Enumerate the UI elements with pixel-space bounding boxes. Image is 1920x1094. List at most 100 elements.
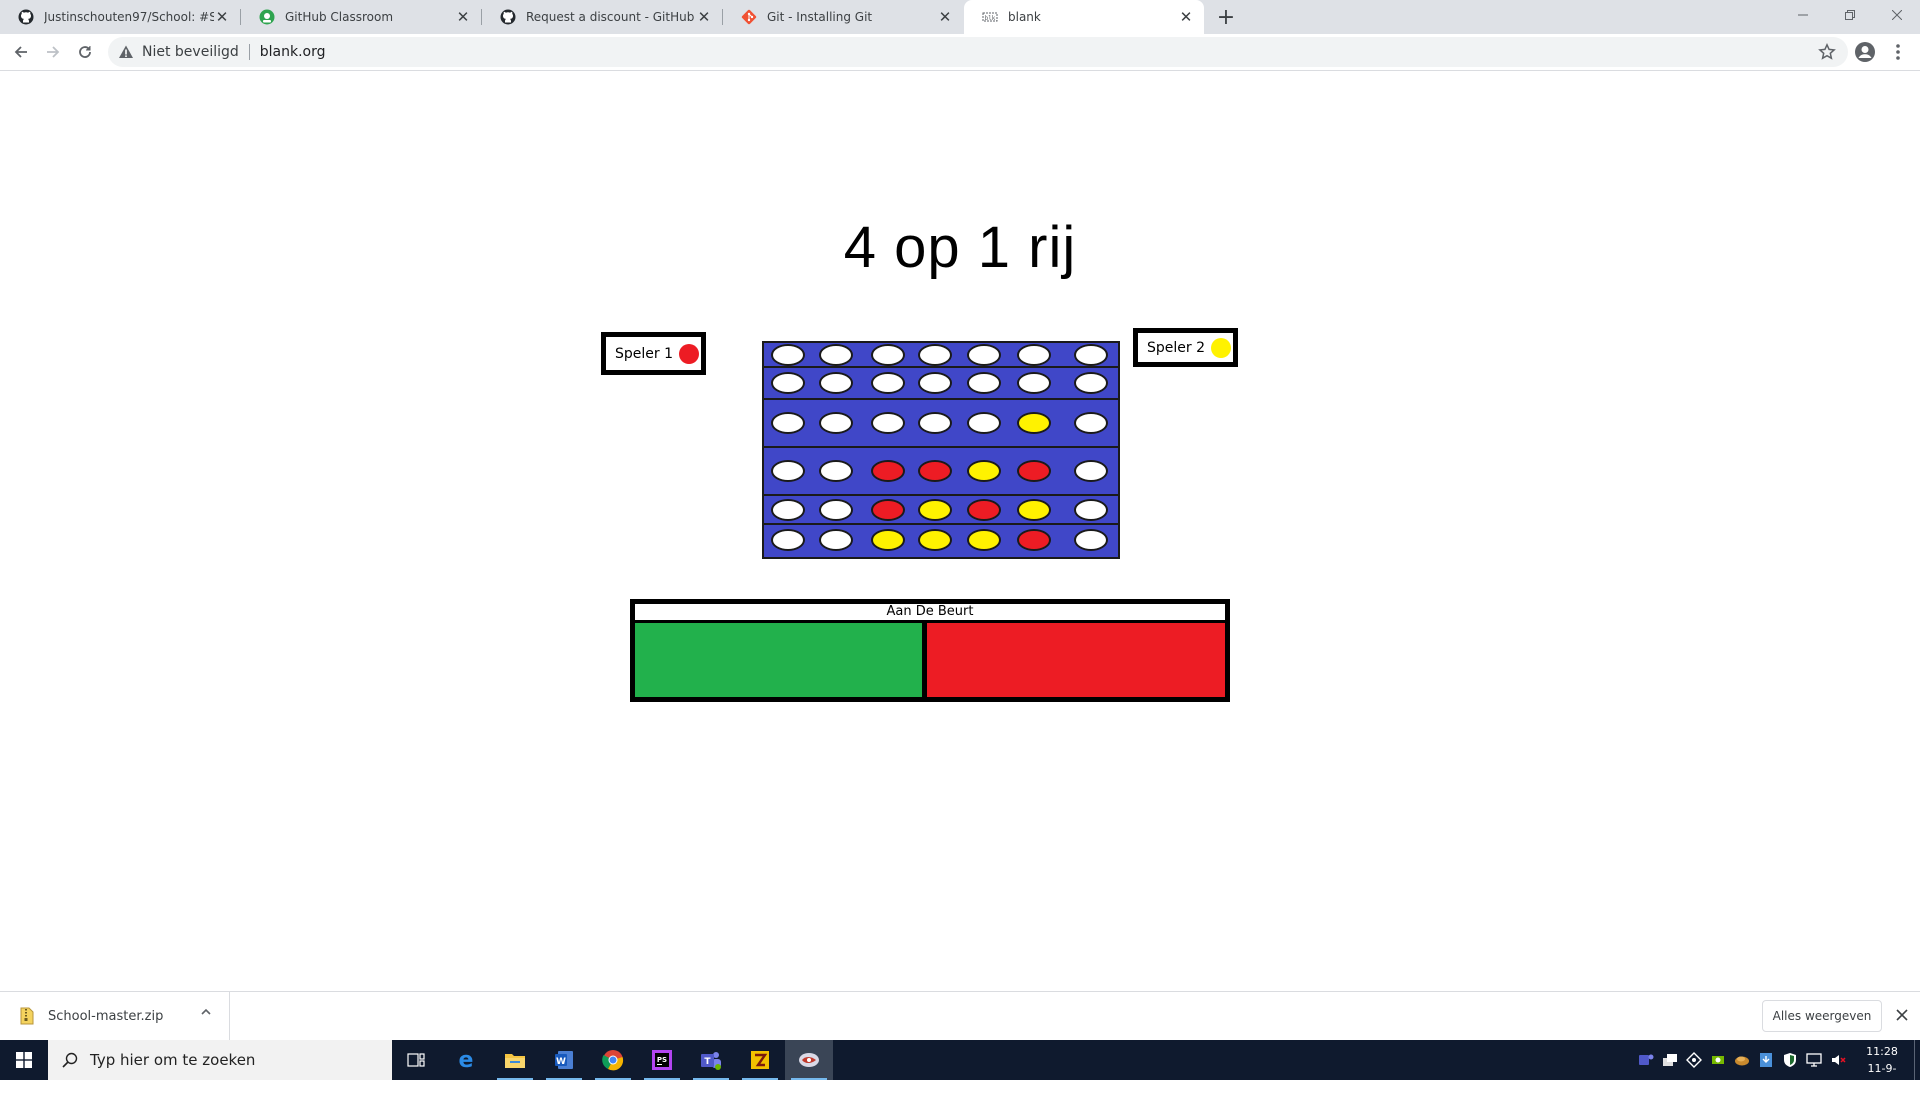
board-cell[interactable] <box>967 344 1001 366</box>
teams-app[interactable]: T <box>687 1040 735 1080</box>
board-cell[interactable] <box>819 499 853 521</box>
arrow-right-icon <box>47 46 60 58</box>
close-icon[interactable]: ✕ <box>455 8 471 26</box>
board-cell[interactable] <box>1074 499 1108 521</box>
word-app[interactable]: W <box>540 1040 588 1080</box>
board-cell[interactable] <box>1074 529 1108 551</box>
tab-github-school[interactable]: Justinschouten97/School: #Schoo ✕ <box>0 0 240 34</box>
filezilla-app[interactable] <box>736 1040 784 1080</box>
board-cell[interactable] <box>819 372 853 394</box>
system-clock[interactable]: 11:28 11-9-2020 <box>1858 1043 1906 1094</box>
board-cell[interactable] <box>1017 344 1051 366</box>
board-cell[interactable] <box>967 499 1001 521</box>
cloud-sync-icon[interactable] <box>1662 1052 1678 1068</box>
board-cell[interactable] <box>1017 412 1051 434</box>
network-share-icon[interactable] <box>1686 1052 1702 1068</box>
close-icon[interactable]: ✕ <box>214 8 230 26</box>
board-cell[interactable] <box>819 529 853 551</box>
show-all-downloads-button[interactable]: Alles weergeven <box>1762 1000 1882 1032</box>
chrome-app[interactable] <box>589 1040 637 1080</box>
board-row <box>764 525 1118 557</box>
task-view-button[interactable] <box>392 1040 440 1080</box>
minimize-button[interactable] <box>1780 0 1826 30</box>
taskbar-search[interactable]: Typ hier om te zoeken <box>48 1040 392 1080</box>
board-cell[interactable] <box>871 412 905 434</box>
reload-button[interactable] <box>72 39 98 65</box>
edge-app[interactable]: e <box>442 1040 490 1080</box>
svg-text:PS: PS <box>657 1056 667 1064</box>
board-cell[interactable] <box>1017 372 1051 394</box>
url-text[interactable]: blank.org <box>260 44 326 60</box>
board-cell[interactable] <box>918 529 952 551</box>
board-cell[interactable] <box>771 344 805 366</box>
bookmark-star-icon[interactable] <box>1818 43 1836 61</box>
board-cell[interactable] <box>1074 460 1108 482</box>
board-cell[interactable] <box>871 529 905 551</box>
close-icon[interactable]: ✕ <box>937 8 953 26</box>
phpstorm-app[interactable]: PS <box>638 1040 686 1080</box>
address-bar[interactable]: Niet beveiligd blank.org <box>108 37 1848 67</box>
new-tab-button[interactable]: + <box>1214 5 1238 30</box>
board-cell[interactable] <box>771 412 805 434</box>
weather-icon[interactable] <box>1734 1052 1750 1068</box>
board-cell[interactable] <box>771 460 805 482</box>
board-cell[interactable] <box>771 529 805 551</box>
close-icon[interactable]: ✕ <box>1178 8 1194 26</box>
nvidia-app[interactable] <box>785 1040 833 1080</box>
board-cell[interactable] <box>1017 529 1051 551</box>
board-cell[interactable] <box>1074 412 1108 434</box>
board-cell[interactable] <box>967 460 1001 482</box>
board-cell[interactable] <box>967 372 1001 394</box>
board-cell[interactable] <box>871 460 905 482</box>
shield-icon[interactable] <box>1782 1052 1798 1068</box>
tab-title: Git - Installing Git <box>767 10 873 24</box>
board-cell[interactable] <box>918 412 952 434</box>
reload-icon <box>79 46 91 58</box>
board-cell[interactable] <box>871 344 905 366</box>
game-board[interactable] <box>762 341 1120 559</box>
board-cell[interactable] <box>1074 372 1108 394</box>
show-desktop-button[interactable] <box>1914 1040 1920 1080</box>
warning-icon[interactable] <box>118 44 134 60</box>
teams-tray-icon[interactable] <box>1638 1052 1654 1068</box>
board-cell[interactable] <box>819 412 853 434</box>
restore-button[interactable] <box>1827 0 1873 30</box>
board-cell[interactable] <box>967 412 1001 434</box>
download-tray-icon[interactable] <box>1758 1052 1774 1068</box>
browser-menu-button[interactable] <box>1888 41 1908 63</box>
back-button[interactable] <box>8 39 34 65</box>
board-cell[interactable] <box>771 499 805 521</box>
board-cell[interactable] <box>1074 344 1108 366</box>
profile-button[interactable] <box>1854 41 1876 63</box>
tab-blank[interactable]: blk blank ✕ <box>964 0 1204 34</box>
close-icon[interactable]: ✕ <box>696 8 712 26</box>
nvidia-tray-icon[interactable] <box>1710 1052 1726 1068</box>
board-cell[interactable] <box>871 372 905 394</box>
network-icon[interactable] <box>1806 1052 1822 1068</box>
volume-muted-icon[interactable] <box>1830 1052 1846 1068</box>
board-cell[interactable] <box>1017 499 1051 521</box>
tab-git-installing[interactable]: Git - Installing Git ✕ <box>723 0 963 34</box>
board-cell[interactable] <box>918 499 952 521</box>
board-cell[interactable] <box>1017 460 1051 482</box>
more-vertical-icon <box>1896 44 1900 60</box>
tab-github-education[interactable]: Request a discount - GitHub Edu ✕ <box>482 0 722 34</box>
board-cell[interactable] <box>967 529 1001 551</box>
file-explorer-app[interactable] <box>491 1040 539 1080</box>
board-cell[interactable] <box>819 460 853 482</box>
security-status[interactable]: Niet beveiligd <box>142 44 239 60</box>
board-cell[interactable] <box>771 372 805 394</box>
board-cell[interactable] <box>871 499 905 521</box>
board-cell[interactable] <box>918 372 952 394</box>
close-window-button[interactable] <box>1874 0 1920 30</box>
chevron-up-icon[interactable] <box>200 1006 212 1018</box>
board-cell[interactable] <box>819 344 853 366</box>
close-shelf-button[interactable] <box>1892 1004 1912 1026</box>
board-cell[interactable] <box>918 344 952 366</box>
tab-github-classroom[interactable]: GitHub Classroom ✕ <box>241 0 481 34</box>
start-button[interactable] <box>0 1040 48 1080</box>
arrow-left-icon <box>14 46 27 58</box>
download-item[interactable]: School-master.zip <box>0 992 230 1040</box>
forward-button[interactable] <box>40 39 66 65</box>
board-cell[interactable] <box>918 460 952 482</box>
